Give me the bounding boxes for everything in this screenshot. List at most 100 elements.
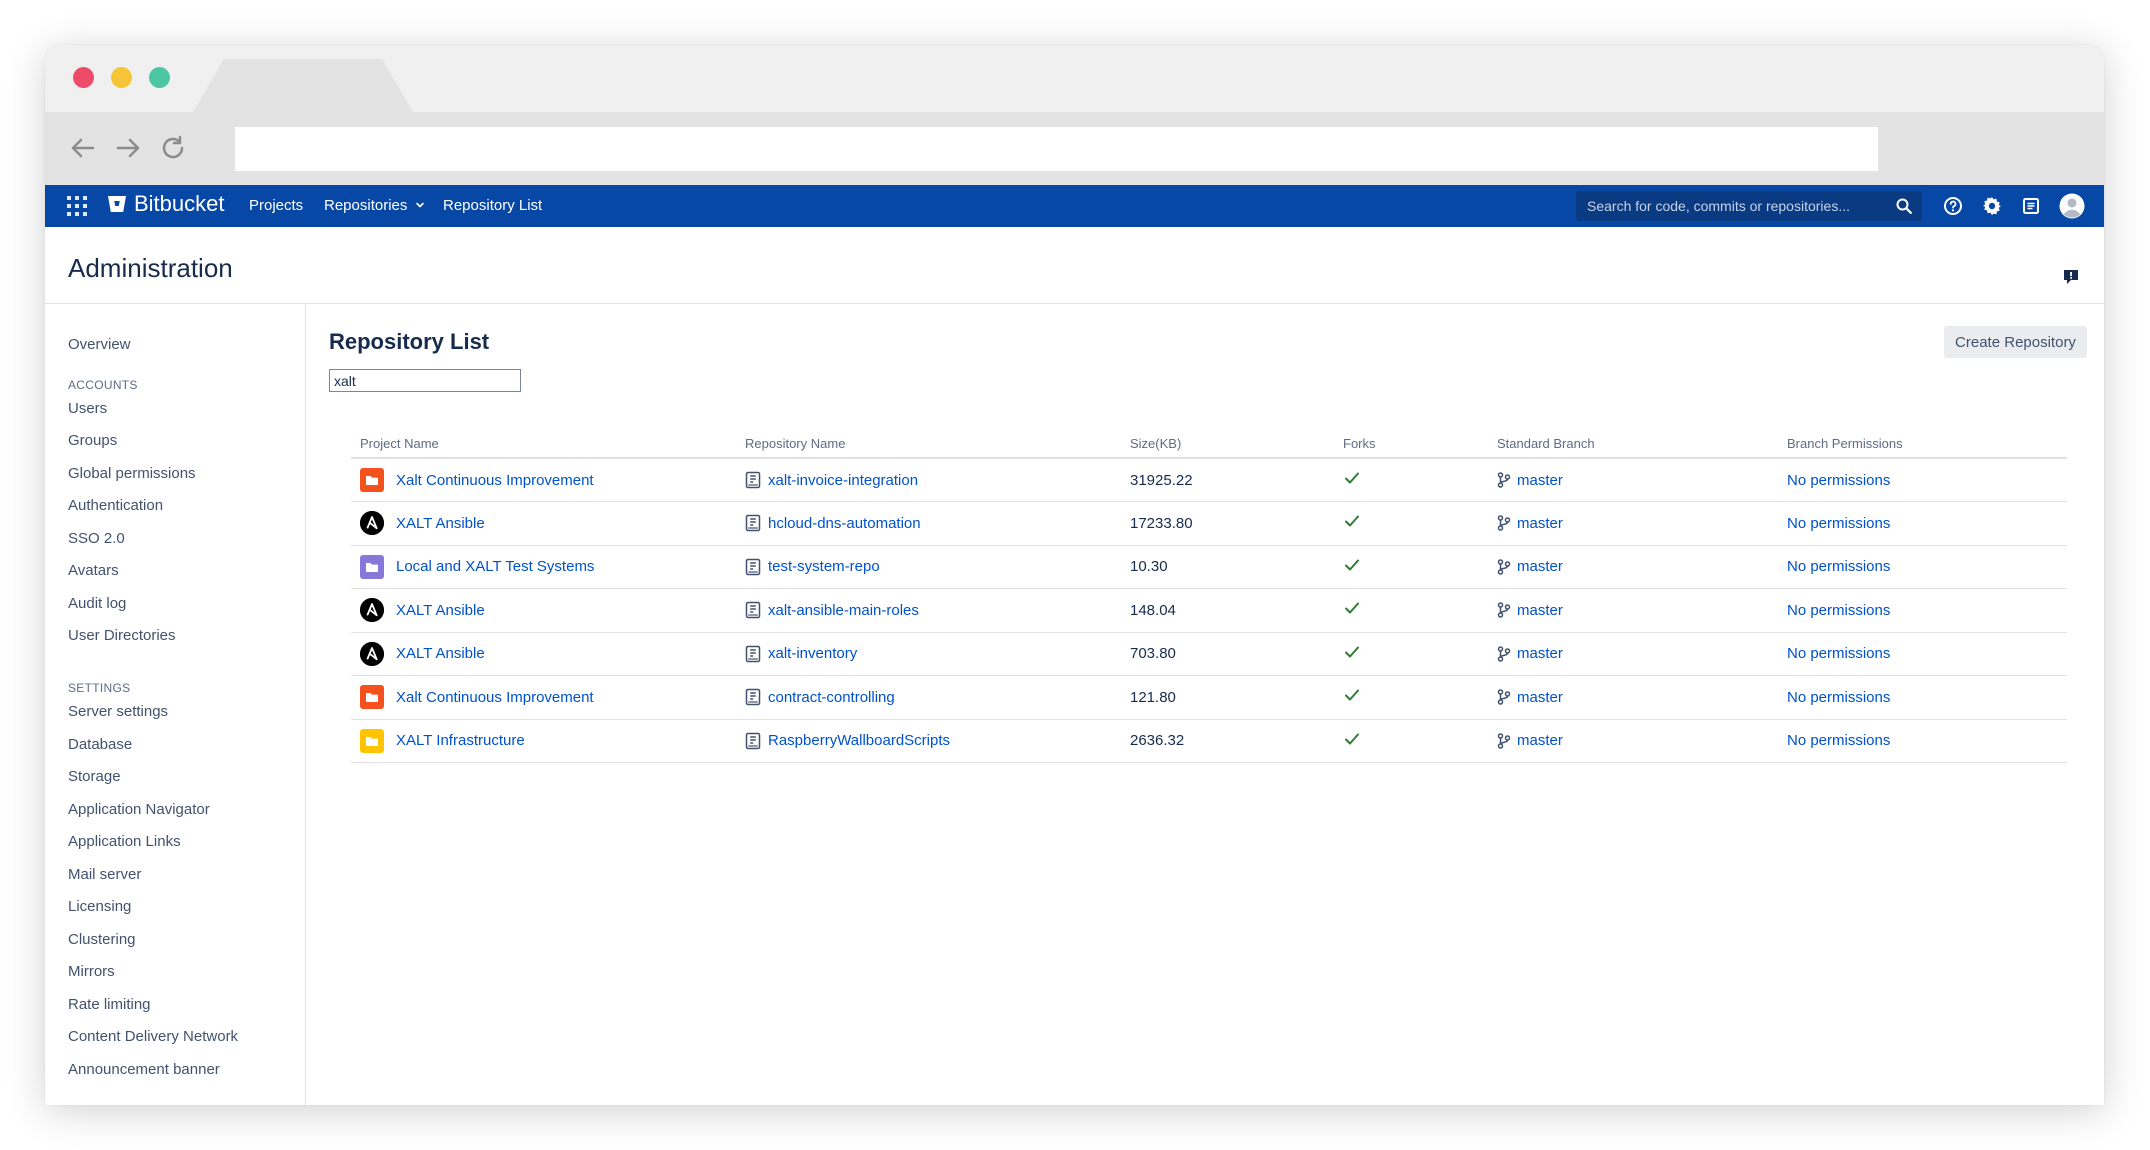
repository-filter-input[interactable] [329, 369, 521, 392]
project-link[interactable]: Local and XALT Test Systems [396, 558, 594, 575]
branch-permissions-link[interactable]: No permissions [1787, 515, 1890, 532]
project-avatar[interactable] [360, 641, 384, 666]
sidebar-item-rate-limiting[interactable]: Rate limiting [68, 996, 151, 1013]
user-avatar[interactable] [2059, 193, 2085, 219]
branch-link[interactable]: master [1517, 472, 1563, 489]
forks-cell [1334, 545, 1488, 589]
project-folder-icon [360, 685, 384, 710]
sidebar-item-clustering[interactable]: Clustering [68, 931, 136, 948]
branch-permissions-link[interactable]: No permissions [1787, 558, 1890, 575]
branch-permissions-link[interactable]: No permissions [1787, 689, 1890, 706]
header-size[interactable]: Size(KB) [1121, 430, 1334, 459]
minimize-window-button[interactable] [111, 67, 132, 88]
sidebar-item-storage[interactable]: Storage [68, 768, 121, 785]
sidebar-item-mirrors[interactable]: Mirrors [68, 963, 115, 980]
project-avatar[interactable] [360, 728, 384, 753]
nav-repository-list[interactable]: Repository List [443, 197, 542, 214]
repository-link[interactable]: hcloud-dns-automation [768, 515, 921, 532]
nav-repositories[interactable]: Repositories [324, 197, 425, 214]
project-avatar[interactable] [360, 511, 384, 536]
project-avatar[interactable] [360, 468, 384, 492]
header-repository-name[interactable]: Repository Name [736, 430, 1121, 459]
repository-link[interactable]: xalt-invoice-integration [768, 472, 918, 489]
settings-gear-icon[interactable] [1981, 195, 2003, 217]
project-link[interactable]: XALT Ansible [396, 515, 485, 532]
branch-link[interactable]: master [1517, 515, 1563, 532]
project-avatar[interactable] [360, 554, 384, 579]
sidebar-item-authentication[interactable]: Authentication [68, 497, 163, 514]
permissions-cell: No permissions [1778, 458, 2067, 502]
search-input[interactable] [1576, 191, 1886, 221]
repository-link[interactable]: test-system-repo [768, 558, 880, 575]
sidebar-item-server-settings[interactable]: Server settings [68, 703, 168, 720]
nav-repositories-label: Repositories [324, 197, 408, 214]
sidebar-item-mail-server[interactable]: Mail server [68, 866, 141, 883]
branch-link[interactable]: master [1517, 732, 1563, 749]
branch-link[interactable]: master [1517, 645, 1563, 662]
branch-link[interactable]: master [1517, 602, 1563, 619]
branch-icon [1497, 472, 1511, 488]
repository-link[interactable]: contract-controlling [768, 689, 895, 706]
bitbucket-icon [108, 196, 126, 212]
address-bar[interactable] [235, 127, 1878, 171]
branch-permissions-link[interactable]: No permissions [1787, 602, 1890, 619]
browser-tab[interactable] [193, 59, 413, 112]
repository-icon [745, 732, 761, 749]
repository-link[interactable]: xalt-inventory [768, 645, 857, 662]
branch-permissions-link[interactable]: No permissions [1787, 645, 1890, 662]
project-link[interactable]: Xalt Continuous Improvement [396, 472, 594, 489]
forward-arrow-icon[interactable] [113, 134, 143, 164]
branch-link[interactable]: master [1517, 689, 1563, 706]
app-switcher-icon[interactable] [67, 196, 87, 216]
sidebar-item-groups[interactable]: Groups [68, 432, 117, 449]
header-standard-branch[interactable]: Standard Branch [1488, 430, 1778, 459]
sidebar-item-application-links[interactable]: Application Links [68, 833, 181, 850]
repository-link[interactable]: xalt-ansible-main-roles [768, 602, 919, 619]
nav-projects[interactable]: Projects [249, 197, 303, 214]
header-forks[interactable]: Forks [1334, 430, 1488, 459]
sidebar-item-audit-log[interactable]: Audit log [68, 595, 126, 612]
project-link[interactable]: XALT Ansible [396, 602, 485, 619]
sidebar-item-overview[interactable]: Overview [68, 336, 131, 353]
sidebar-item-announcement-banner[interactable]: Announcement banner [68, 1061, 220, 1078]
repository-icon [745, 645, 761, 662]
bitbucket-logo[interactable]: Bitbucket [107, 191, 225, 217]
browser-window: Bitbucket Projects Repositories Reposito… [45, 45, 2104, 1105]
sidebar-item-users[interactable]: Users [68, 400, 107, 417]
sidebar-item-user-directories[interactable]: User Directories [68, 627, 176, 644]
sidebar-item-global-permissions[interactable]: Global permissions [68, 465, 196, 482]
sidebar-item-avatars[interactable]: Avatars [68, 562, 119, 579]
sidebar-item-sso[interactable]: SSO 2.0 [68, 530, 125, 547]
project-avatar[interactable] [360, 685, 384, 710]
header-branch-permissions[interactable]: Branch Permissions [1778, 430, 2067, 459]
sidebar-item-database[interactable]: Database [68, 736, 132, 753]
page-title: Administration [68, 253, 233, 283]
help-icon[interactable] [1942, 195, 1964, 217]
sidebar-item-application-navigator[interactable]: Application Navigator [68, 801, 210, 818]
branch-permissions-link[interactable]: No permissions [1787, 472, 1890, 489]
branch-link[interactable]: master [1517, 558, 1563, 575]
feedback-icon[interactable] [2062, 268, 2080, 286]
project-link[interactable]: XALT Infrastructure [396, 732, 525, 749]
check-icon [1345, 602, 1359, 614]
repository-link[interactable]: RaspberryWallboardScripts [768, 732, 950, 749]
list-icon[interactable] [2020, 195, 2042, 217]
permissions-cell: No permissions [1778, 545, 2067, 589]
project-link[interactable]: XALT Ansible [396, 645, 485, 662]
maximize-window-button[interactable] [149, 67, 170, 88]
repository-icon [745, 471, 761, 489]
sidebar-item-content-delivery-network[interactable]: Content Delivery Network [68, 1028, 238, 1045]
close-window-button[interactable] [73, 67, 94, 88]
reload-icon[interactable] [158, 134, 188, 164]
sidebar-item-licensing[interactable]: Licensing [68, 898, 131, 915]
project-link[interactable]: Xalt Continuous Improvement [396, 689, 594, 706]
branch-permissions-link[interactable]: No permissions [1787, 732, 1890, 749]
permissions-cell: No permissions [1778, 675, 2067, 720]
project-avatar[interactable] [360, 598, 384, 623]
header-project-name[interactable]: Project Name [351, 430, 736, 459]
back-arrow-icon[interactable] [68, 134, 98, 164]
search-icon[interactable] [1895, 197, 1913, 215]
branch-cell: master [1488, 545, 1778, 589]
create-repository-button[interactable]: Create Repository [1944, 326, 2087, 358]
table-header-row: Project Name Repository Name Size(KB) Fo… [351, 430, 2067, 459]
